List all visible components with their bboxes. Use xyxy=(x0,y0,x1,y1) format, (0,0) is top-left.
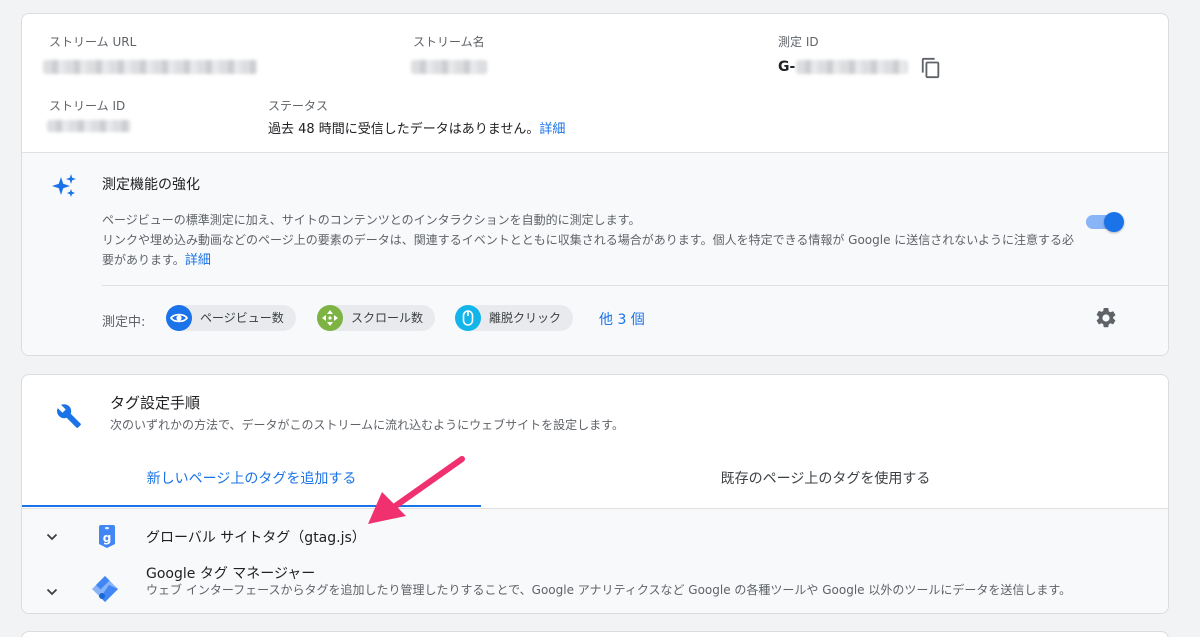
tag-options-list: g グローバル サイトタグ（gtag.js） Google タグ マネージャー … xyxy=(22,509,1168,613)
chip-outbound-clicks-label: 離脱クリック xyxy=(489,311,562,325)
tagging-instructions-card: タグ設定手順 次のいずれかの方法で、データがこのストリームに流れ込むようにウェブ… xyxy=(21,374,1169,614)
chevron-down-icon[interactable] xyxy=(44,529,60,545)
stream-url-value-redacted xyxy=(43,60,257,74)
chip-outbound-clicks: 離脱クリック xyxy=(455,305,574,331)
wrench-icon xyxy=(57,404,81,428)
chevron-down-icon[interactable] xyxy=(44,584,60,600)
next-card xyxy=(21,631,1169,637)
tagging-description: 次のいずれかの方法で、データがこのストリームに流れ込むようにウェブサイトを設定し… xyxy=(110,418,624,432)
description-line-1: ページビューの標準測定に加え、サイトのコンテンツとのインタラクションを自動的に測… xyxy=(102,213,641,227)
measuring-label: 測定中: xyxy=(102,315,146,330)
enhanced-measurement-description: ページビューの標準測定に加え、サイトのコンテンツとのインタラクションを自動的に測… xyxy=(102,210,1082,271)
stream-url-label: ストリーム URL xyxy=(49,35,137,49)
tab-use-existing-tag[interactable]: 既存のページ上のタグを使用する xyxy=(481,463,1168,507)
enhanced-measurement-title: 測定機能の強化 xyxy=(102,177,200,193)
svg-text:g: g xyxy=(103,531,112,545)
enhanced-measurement-section: 測定機能の強化 ページビューの標準測定に加え、サイトのコンテンツとのインタラクシ… xyxy=(22,152,1168,355)
global-site-tag-option[interactable]: グローバル サイトタグ（gtag.js） xyxy=(146,527,366,547)
stream-name-value-redacted xyxy=(411,60,487,74)
enhanced-details-link[interactable]: 詳細 xyxy=(185,253,211,268)
description-line-2: リンクや埋め込み動画などのページ上の要素のデータは、関連するイベントとともに収集… xyxy=(102,230,1082,271)
measurement-id-value-redacted xyxy=(796,60,908,74)
tag-manager-option[interactable]: Google タグ マネージャー xyxy=(146,563,315,583)
stream-id-label: ストリーム ID xyxy=(49,99,126,113)
eye-icon xyxy=(166,305,192,331)
chip-scrolls: スクロール数 xyxy=(317,305,436,331)
chip-scrolls-label: スクロール数 xyxy=(351,311,424,325)
description-line-2-text: リンクや埋め込み動画などのページ上の要素のデータは、関連するイベントとともに収集… xyxy=(102,233,1075,267)
gear-icon[interactable] xyxy=(1094,306,1118,330)
stream-id-value-redacted xyxy=(47,120,131,132)
status-details-link[interactable]: 詳細 xyxy=(539,122,565,137)
status-label: ステータス xyxy=(268,99,329,113)
status-message: 過去 48 時間に受信したデータはありません。 xyxy=(268,122,540,137)
gtag-icon: g xyxy=(99,525,115,548)
divider xyxy=(102,285,1168,286)
tab-add-new-tag[interactable]: 新しいページ上のタグを追加する xyxy=(22,463,481,507)
chip-page-views-label: ページビュー数 xyxy=(200,311,284,325)
chip-page-views: ページビュー数 xyxy=(166,305,296,331)
toggle-thumb xyxy=(1104,212,1124,232)
more-events-link[interactable]: 他 3 個 xyxy=(599,309,645,329)
stream-name-label: ストリーム名 xyxy=(413,35,485,49)
copy-icon[interactable] xyxy=(920,56,942,80)
tagging-title: タグ設定手順 xyxy=(110,394,201,412)
stream-details: ストリーム URL ストリーム名 測定 ID G- ストリーム ID ステータス… xyxy=(22,14,1168,152)
tag-manager-description: ウェブ インターフェースからタグを追加したり管理したりすることで、Google … xyxy=(146,583,1072,597)
status-text: 過去 48 時間に受信したデータはありません。詳細 xyxy=(268,118,565,137)
sparkle-icon xyxy=(52,174,76,197)
measurement-id-label: 測定 ID xyxy=(778,35,819,49)
measurement-id-prefix: G- xyxy=(778,59,796,75)
stream-details-card: ストリーム URL ストリーム名 測定 ID G- ストリーム ID ステータス… xyxy=(21,13,1169,356)
enhanced-measurement-toggle[interactable] xyxy=(1084,211,1126,233)
tag-manager-icon xyxy=(92,576,118,602)
mouse-icon xyxy=(455,305,481,331)
scroll-icon xyxy=(317,305,343,331)
